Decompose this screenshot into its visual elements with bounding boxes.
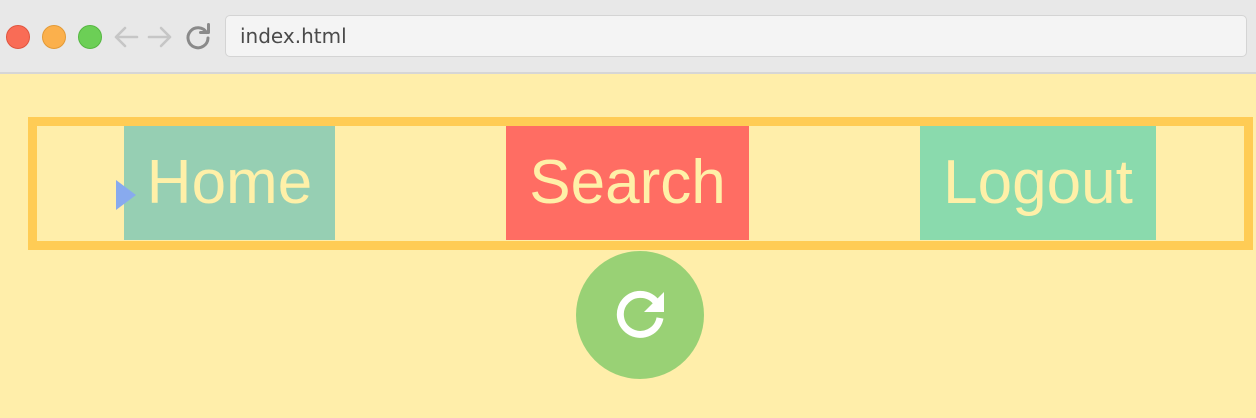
- nav-link-search[interactable]: Search: [506, 126, 749, 240]
- window-minimize-button[interactable]: [42, 25, 66, 49]
- nav-link-logout[interactable]: Logout: [920, 126, 1156, 240]
- address-bar[interactable]: index.html: [225, 15, 1247, 57]
- nav-link-home[interactable]: Home: [124, 126, 335, 240]
- nav-link-logout-label: Logout: [943, 148, 1133, 217]
- forward-button[interactable]: [146, 22, 174, 52]
- reload-icon: [186, 23, 210, 50]
- refresh-icon: [616, 290, 664, 338]
- pointer-marker-icon: [116, 180, 136, 210]
- arrow-right-icon: [147, 26, 172, 48]
- refresh-button[interactable]: [576, 251, 704, 379]
- address-text: index.html: [240, 24, 347, 48]
- window-close-button[interactable]: [6, 25, 30, 49]
- window-zoom-button[interactable]: [78, 25, 102, 49]
- back-button[interactable]: [112, 22, 140, 52]
- browser-toolbar: index.html: [0, 0, 1256, 74]
- nav-link-home-label: Home: [146, 148, 313, 217]
- reload-button[interactable]: [184, 22, 212, 52]
- nav-link-search-label: Search: [529, 148, 726, 217]
- arrow-left-icon: [114, 26, 139, 48]
